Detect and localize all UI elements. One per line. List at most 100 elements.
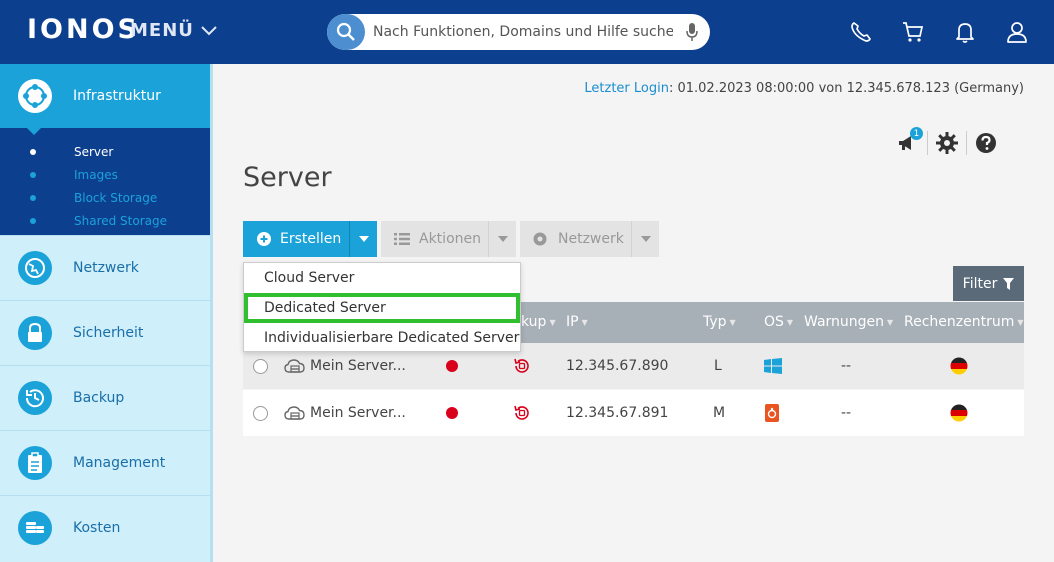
submenu-item-images[interactable]: Images [0,163,213,186]
sort-caret-icon: ▼ [729,317,736,327]
search-icon[interactable] [327,14,365,50]
create-button[interactable]: Erstellen [243,221,377,257]
bullet-icon [30,217,36,224]
windows-os-icon [764,343,782,389]
user-icon[interactable] [1004,19,1030,45]
sidebar-item-label: Netzwerk [73,260,139,276]
page-title: Server [243,162,332,193]
microphone-icon[interactable] [686,23,698,41]
sidebar-item-kosten[interactable]: Kosten [0,495,210,560]
chevron-down-icon [201,25,217,35]
sidebar-item-backup[interactable]: Backup [0,365,210,430]
cloud-server-icon [284,406,305,420]
server-name: Mein Server... [310,358,406,374]
column-label: IP [566,314,579,330]
status-offline-dot [446,360,458,372]
sidebar-item-management[interactable]: Management [0,430,210,495]
sidebar-item-netzwerk[interactable]: Netzwerk [0,235,210,300]
warnings-cell: -- [841,405,852,421]
network-dropdown-toggle[interactable] [632,236,659,242]
bullet-icon [30,148,36,155]
create-dropdown-toggle[interactable] [350,236,377,242]
sidebar-item-label: Infrastruktur [73,88,161,104]
filter-button[interactable]: Filter [953,266,1024,301]
help-question-icon[interactable] [971,130,1001,156]
submenu-item-block-storage[interactable]: Block Storage [0,186,213,209]
caret-down-icon [497,236,508,242]
caret-down-icon [358,236,369,242]
column-label: Typ [703,314,727,330]
sidebar-item-label: Sicherheit [73,325,144,341]
announcement-megaphone-icon[interactable]: 1 [893,127,923,156]
cloud-server-icon [284,359,305,373]
status-offline-dot [446,407,458,419]
filter-button-label: Filter [962,275,998,292]
sort-caret-icon: ▼ [1017,317,1024,327]
sidebar-item-infrastruktur[interactable]: Infrastruktur [0,64,213,135]
bullet-icon [30,171,36,178]
phone-icon[interactable] [848,19,874,45]
divider [927,131,928,155]
toolbar-icons: 1 [893,127,1001,156]
server-name-cell[interactable]: Mein Server... [284,390,406,436]
submenu-item-shared-storage[interactable]: Shared Storage [0,209,213,232]
notification-badge: 1 [910,127,923,140]
search-box [327,14,710,50]
list-icon [394,233,410,245]
germany-flag-icon [950,343,968,389]
column-header-backup[interactable]: kup ▼ [521,314,556,330]
network-button[interactable]: Netzwerk [520,221,659,257]
bullet-icon [30,194,36,201]
search-input[interactable] [373,14,673,50]
backup-icon[interactable] [513,390,531,436]
menu-item-custom-dedicated-server[interactable]: Individualisierbare Dedicated Server [244,323,520,353]
type-cell: M [713,405,726,421]
create-button-label: Erstellen [280,231,342,247]
sidebar-item-label: Kosten [73,520,121,536]
ip-cell: 12.345.67.890 [566,358,669,374]
row-select-radio[interactable] [253,358,268,374]
lock-icon [18,316,52,350]
column-header-datacenter[interactable]: Rechenzentrum ▼ [904,314,1024,330]
table-row[interactable]: Mein Server... 12.345.67.891 M -- [243,390,1024,436]
ubuntu-os-icon [765,390,779,436]
column-header-typ[interactable]: Typ ▼ [703,314,736,330]
germany-flag-icon [950,390,968,436]
actions-dropdown-toggle[interactable] [489,236,516,242]
sort-caret-icon: ▼ [887,317,894,327]
sidebar-item-sicherheit[interactable]: Sicherheit [0,300,210,365]
column-header-ip[interactable]: IP ▼ [566,314,588,330]
menu-label: MENÜ [130,20,194,41]
sidebar-item-label: Backup [73,390,125,406]
cart-icon[interactable] [900,19,926,45]
create-dropdown-menu: Cloud Server Dedicated Server Individual… [243,262,521,352]
last-login-value: : 01.02.2023 08:00:00 von 12.345.678.123… [668,81,1024,96]
type-cell: L [714,358,722,374]
menu-item-cloud-server[interactable]: Cloud Server [244,263,520,293]
server-name: Mein Server... [310,405,406,421]
network-globe-icon [18,251,52,285]
column-label: OS [764,314,784,330]
filter-funnel-icon [1003,277,1015,290]
last-login-label[interactable]: Letzter Login [584,81,669,96]
ionos-logo[interactable]: IONOS [27,14,140,45]
gear-icon[interactable] [932,130,962,156]
bell-icon[interactable] [952,19,978,45]
actions-button[interactable]: Aktionen [381,221,516,257]
menu-item-dedicated-server[interactable]: Dedicated Server [244,293,520,323]
column-header-os[interactable]: OS ▼ [764,314,793,330]
ip-cell: 12.345.67.891 [566,405,669,421]
coins-icon [18,511,52,545]
clipboard-icon [18,446,52,480]
submenu-item-server[interactable]: Server [0,140,213,163]
actions-button-label: Aktionen [419,231,481,247]
network-globe-icon [533,232,547,246]
menu-button[interactable]: MENÜ [130,20,218,41]
sidebar: Infrastruktur Server Images Block Storag… [0,64,213,562]
row-select-radio[interactable] [253,405,268,421]
column-header-warnings[interactable]: Warnungen ▼ [804,314,893,330]
infrastructure-icon [18,79,52,113]
sidebar-item-label: Management [73,455,166,471]
column-label: Warnungen [804,314,885,330]
sort-caret-icon: ▼ [786,317,794,327]
